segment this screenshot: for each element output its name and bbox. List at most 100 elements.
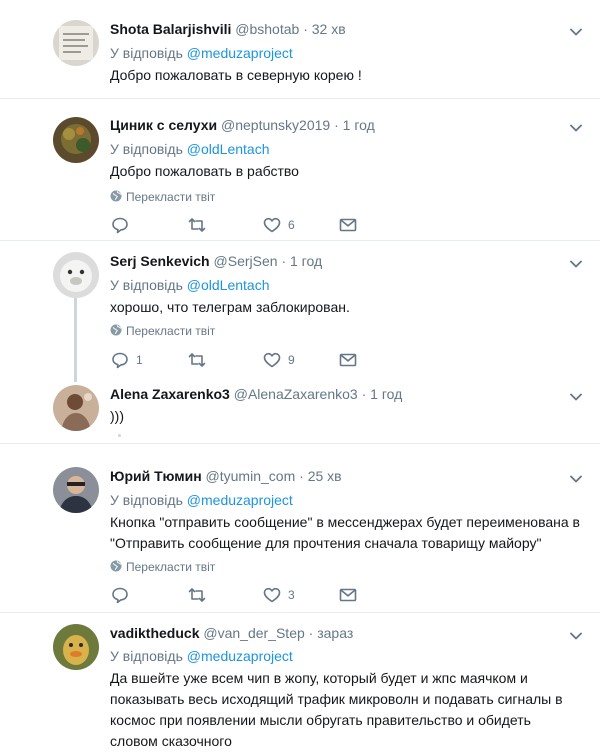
direct-message-button[interactable] [338,215,358,235]
tweet-time[interactable]: 1 год [290,253,322,269]
retweet-icon [187,585,207,605]
heart-icon [262,585,282,605]
reply-to-line: У відповідь @meduzaproject [110,648,293,664]
author-name[interactable]: Циник с селухи [110,117,217,133]
tweet-yuri[interactable]: Юрий Тюмин @tyumin_com · 25 хв У відпові… [0,444,600,611]
like-count: 3 [288,588,295,602]
tweet-header: Serj Senkevich @SerjSen · 1 год [110,253,322,269]
translate-label: Перекласти твіт [126,324,216,338]
author-name[interactable]: Serj Senkevich [110,253,210,269]
retweet-icon [187,350,207,370]
author-handle[interactable]: @neptunsky2019 [221,117,330,133]
envelope-icon [338,585,358,605]
tweet-time[interactable]: 25 хв [308,468,342,484]
author-handle[interactable]: @SerjSen [214,253,278,269]
author-name[interactable]: Юрий Тюмин [110,468,202,484]
reply-to-mention[interactable]: @meduzaproject [187,648,293,664]
reply-button[interactable] [110,585,130,605]
tweet-time[interactable]: 1 год [343,117,375,133]
reply-to-label: У відповідь [110,492,183,508]
reply-button[interactable]: 1 [110,350,143,370]
author-handle[interactable]: @tyumin_com [206,468,296,484]
reply-to-line: У відповідь @oldLentach [110,141,270,157]
tweet-time[interactable]: 1 год [370,386,402,402]
author-handle[interactable]: @AlenaZaxarenko3 [234,386,358,402]
separator-dot: · [361,386,367,402]
avatar[interactable] [53,20,99,66]
heart-icon [262,215,282,235]
reply-to-line: У відповідь @oldLentach [110,277,270,293]
author-handle[interactable]: @van_der_Step [203,625,304,641]
translate-tweet-link[interactable]: Перекласти твіт [110,324,215,338]
tweet-header: Shota Balarjishvili @bshotab · 32 хв [110,21,346,37]
more-replies-indicator [118,434,121,437]
reply-to-mention[interactable]: @oldLentach [187,141,270,157]
tweet-text: ))) [110,408,124,424]
separator-dot: · [308,625,314,641]
author-handle[interactable]: @bshotab [235,21,299,37]
like-button[interactable]: 9 [262,350,295,370]
chevron-down-icon[interactable] [566,118,586,138]
direct-message-button[interactable] [338,585,358,605]
avatar[interactable] [53,467,99,513]
tweet-shota[interactable]: Shota Balarjishvili @bshotab · 32 хв У в… [0,0,600,98]
separator-dot: · [303,21,308,37]
like-count: 6 [288,218,295,232]
chevron-down-icon[interactable] [566,387,586,407]
separator-dot: · [299,468,304,484]
like-count: 9 [288,353,295,367]
avatar[interactable] [53,252,99,298]
reply-to-label: У відповідь [110,648,183,664]
chevron-down-icon[interactable] [566,22,586,42]
translate-label: Перекласти твіт [126,560,216,574]
globe-icon [110,560,122,572]
author-name[interactable]: vadiktheduck [110,625,199,641]
reply-to-mention[interactable]: @oldLentach [187,277,270,293]
tweet-text: Кнопка "отправить сообщение" в мессендже… [110,514,580,551]
author-name[interactable]: Shota Balarjishvili [110,21,231,37]
avatar[interactable] [53,117,99,163]
reply-button[interactable] [110,215,130,235]
retweet-button[interactable] [187,350,207,370]
envelope-icon [338,215,358,235]
reply-to-line: У відповідь @meduzaproject [110,492,293,508]
avatar[interactable] [53,624,99,670]
reply-to-mention[interactable]: @meduzaproject [187,492,293,508]
translate-tweet-link[interactable]: Перекласти твіт [110,560,215,574]
tweet-serj[interactable]: Serj Senkevich @SerjSen · 1 год У відпов… [0,241,600,379]
chevron-down-icon[interactable] [566,469,586,489]
tweet-alena[interactable]: Alena Zaxarenko3 @AlenaZaxarenko3 · 1 го… [0,379,600,442]
envelope-icon [338,350,358,370]
tweet-time[interactable]: 32 хв [312,21,346,37]
translate-tweet-link[interactable]: Перекласти твіт [110,190,215,204]
chevron-down-icon[interactable] [566,254,586,274]
tweet-text: Да вшейте уже всем чип в жопу, который б… [110,670,563,749]
tweet-cynic[interactable]: Циник с селухи @neptunsky2019 · 1 год У … [0,99,600,240]
tweet-text: Добро пожаловать в северную корею ! [110,67,362,83]
chevron-down-icon[interactable] [566,626,586,646]
tweet-time[interactable]: зараз [317,625,353,641]
tweet-header: Юрий Тюмин @tyumin_com · 25 хв [110,468,342,484]
like-button[interactable]: 6 [262,215,295,235]
globe-icon [110,190,122,202]
tweet-header: Циник с селухи @neptunsky2019 · 1 год [110,117,375,133]
separator-dot: · [334,117,339,133]
reply-icon [110,350,130,370]
tweet-vadik[interactable]: vadiktheduck @van_der_Step · зараз У від… [0,613,600,749]
retweet-icon [187,215,207,235]
retweet-button[interactable] [187,215,207,235]
reply-icon [110,585,130,605]
reply-to-mention[interactable]: @meduzaproject [187,45,293,61]
direct-message-button[interactable] [338,350,358,370]
tweet-text: Добро пожаловать в рабство [110,163,299,179]
globe-icon [110,324,122,336]
reply-count: 1 [136,353,143,367]
avatar[interactable] [53,385,99,431]
retweet-button[interactable] [187,585,207,605]
tweet-header: vadiktheduck @van_der_Step · зараз [110,625,353,641]
author-name[interactable]: Alena Zaxarenko3 [110,386,230,402]
reply-icon [110,215,130,235]
like-button[interactable]: 3 [262,585,295,605]
translate-label: Перекласти твіт [126,190,216,204]
tweet-header: Alena Zaxarenko3 @AlenaZaxarenko3 · 1 го… [110,386,402,402]
